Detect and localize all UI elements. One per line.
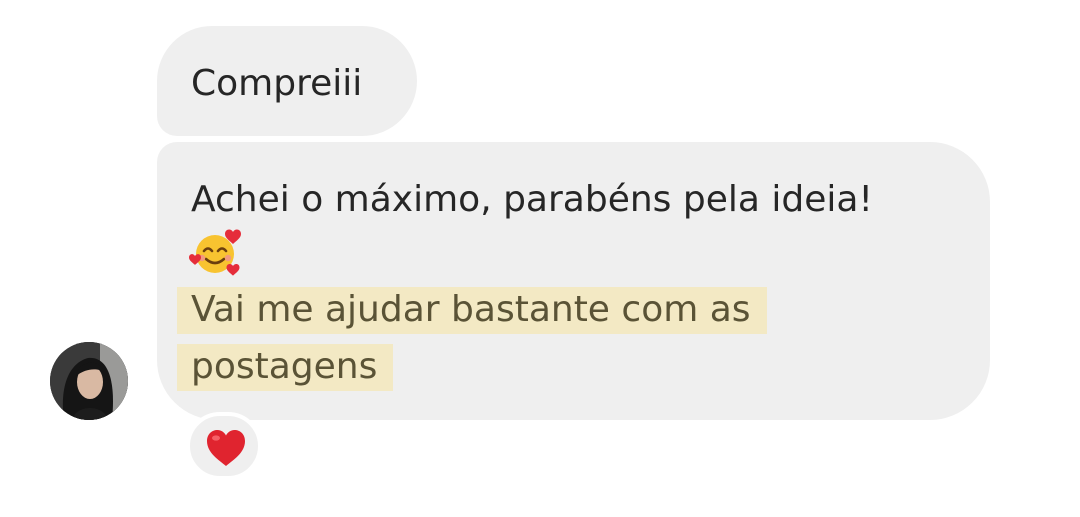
- highlighted-text-line: postagens: [177, 344, 394, 391]
- highlighted-text-line: Vai me ajudar bastante com as: [177, 287, 767, 334]
- smiling-face-with-hearts-icon: [189, 229, 241, 276]
- message-text: Achei o máximo, parabéns pela ideia!: [191, 179, 873, 220]
- red-heart-icon: [207, 430, 245, 466]
- avatar[interactable]: [50, 342, 128, 420]
- message-bubble-compreiii[interactable]: Compreiii: [157, 26, 417, 136]
- reaction-badge[interactable]: [186, 412, 262, 480]
- message-bubble-achei[interactable]: Achei o máximo, parabéns pela ideia! Vai…: [157, 142, 990, 420]
- message-text: Compreiii: [191, 63, 363, 104]
- avatar-photo: [50, 342, 128, 420]
